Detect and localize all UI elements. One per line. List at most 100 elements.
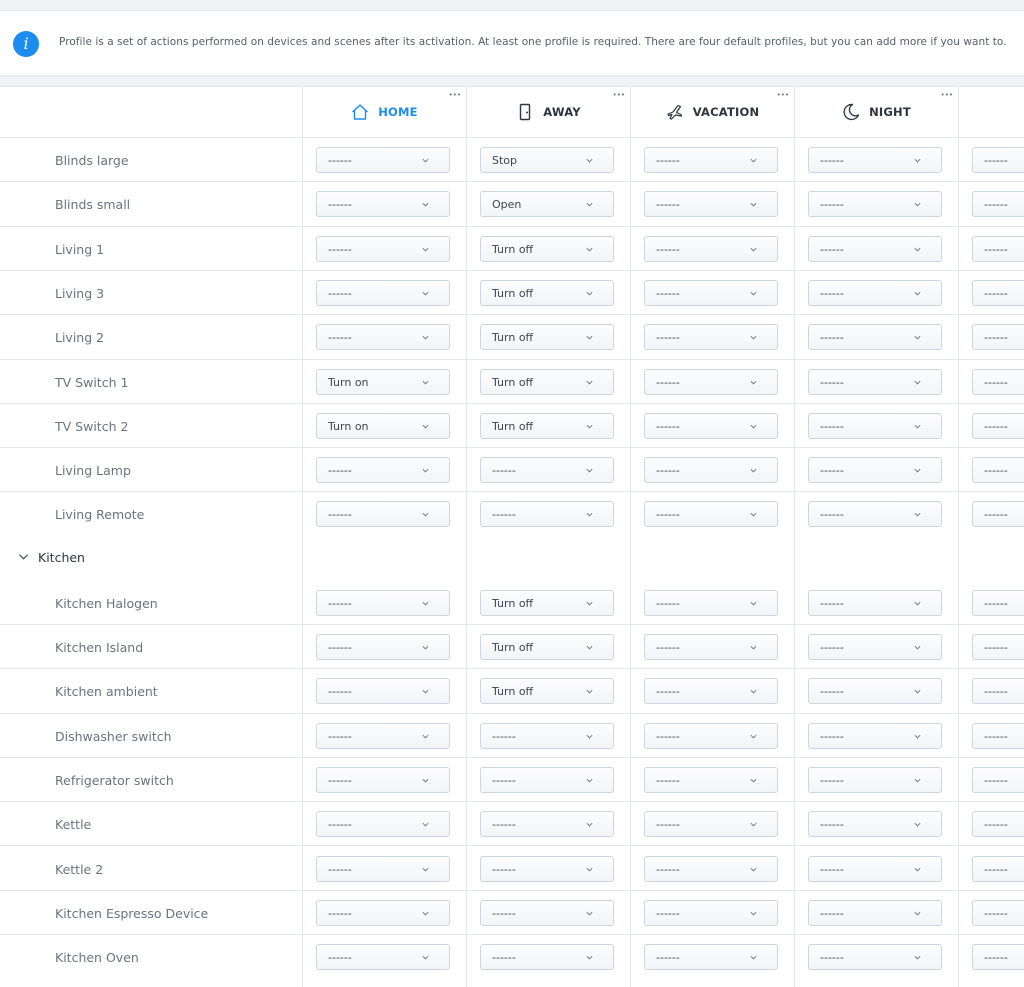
action-dropdown[interactable]: Stop (480, 147, 614, 173)
action-dropdown[interactable]: Turn off (480, 368, 614, 395)
action-dropdown[interactable]: Turn off (480, 324, 614, 351)
action-dropdown[interactable]: Turn on (316, 368, 450, 395)
action-dropdown[interactable]: Turn off (480, 279, 614, 306)
action-dropdown[interactable]: ------ (316, 324, 450, 351)
action-dropdown[interactable]: ------ (644, 457, 778, 484)
action-dropdown[interactable]: ------ (808, 501, 942, 528)
more-options-icon[interactable]: ••• (449, 92, 461, 99)
action-dropdown[interactable]: ------ (644, 944, 778, 971)
action-dropdown[interactable]: ------ (808, 944, 942, 971)
action-dropdown[interactable]: ------ (316, 147, 450, 173)
action-dropdown[interactable]: Turn on (316, 412, 450, 439)
action-dropdown[interactable]: ------ (972, 589, 1024, 616)
action-dropdown[interactable]: ------ (316, 811, 450, 838)
action-dropdown[interactable]: ------ (316, 722, 450, 749)
more-options-icon[interactable]: ••• (777, 92, 789, 99)
action-dropdown[interactable]: ------ (644, 501, 778, 528)
action-dropdown[interactable]: Turn off (480, 412, 614, 439)
action-dropdown[interactable]: ------ (808, 811, 942, 838)
action-dropdown[interactable]: ------ (972, 722, 1024, 749)
action-dropdown[interactable]: ------ (316, 191, 450, 218)
action-dropdown[interactable]: ------ (316, 279, 450, 306)
action-dropdown[interactable]: ------ (644, 147, 778, 173)
action-dropdown[interactable]: ------ (808, 191, 942, 218)
action-dropdown[interactable]: ------ (972, 811, 1024, 838)
action-dropdown[interactable]: Turn off (480, 235, 614, 262)
action-dropdown[interactable]: ------ (644, 899, 778, 926)
action-dropdown[interactable]: Turn off (480, 634, 614, 660)
action-dropdown[interactable]: ------ (480, 855, 614, 882)
action-dropdown[interactable]: ------ (316, 235, 450, 262)
action-dropdown[interactable]: ------ (644, 855, 778, 882)
more-options-icon[interactable]: ••• (941, 92, 953, 99)
action-dropdown[interactable]: ------ (480, 722, 614, 749)
action-dropdown[interactable]: ------ (808, 457, 942, 484)
action-dropdown[interactable]: ------ (480, 944, 614, 971)
action-dropdown[interactable]: ------ (972, 501, 1024, 528)
action-dropdown[interactable]: ------ (972, 766, 1024, 793)
action-dropdown[interactable]: ------ (644, 324, 778, 351)
action-dropdown[interactable]: ------ (972, 324, 1024, 351)
action-dropdown[interactable]: ------ (808, 235, 942, 262)
action-dropdown[interactable]: ------ (808, 279, 942, 306)
action-dropdown[interactable]: ------ (316, 501, 450, 528)
action-dropdown[interactable]: ------ (316, 944, 450, 971)
action-dropdown[interactable]: ------ (808, 368, 942, 395)
action-dropdown[interactable]: ------ (972, 944, 1024, 971)
action-dropdown[interactable]: ------ (972, 368, 1024, 395)
action-dropdown[interactable]: ------ (972, 855, 1024, 882)
more-options-icon[interactable]: ••• (613, 92, 625, 99)
action-dropdown[interactable]: ------ (972, 457, 1024, 484)
action-dropdown[interactable]: ------ (808, 899, 942, 926)
action-dropdown[interactable]: ------ (808, 722, 942, 749)
profile-header-away[interactable]: AWAY ••• (466, 87, 630, 137)
action-dropdown[interactable]: ------ (808, 147, 942, 173)
action-dropdown[interactable]: ------ (972, 147, 1024, 173)
action-dropdown[interactable]: ------ (316, 855, 450, 882)
action-dropdown[interactable]: ------ (808, 855, 942, 882)
action-dropdown[interactable]: ------ (644, 678, 778, 705)
action-dropdown[interactable]: ------ (316, 766, 450, 793)
action-dropdown[interactable]: ------ (480, 766, 614, 793)
action-dropdown[interactable]: Turn off (480, 589, 614, 616)
action-dropdown[interactable]: ------ (316, 899, 450, 926)
action-dropdown[interactable]: ------ (808, 589, 942, 616)
action-dropdown[interactable]: ------ (480, 899, 614, 926)
action-dropdown[interactable]: ------ (972, 412, 1024, 439)
action-dropdown[interactable]: ------ (808, 766, 942, 793)
action-dropdown[interactable]: ------ (972, 899, 1024, 926)
action-dropdown[interactable]: ------ (644, 191, 778, 218)
action-dropdown[interactable]: ------ (316, 457, 450, 484)
action-dropdown[interactable]: ------ (808, 324, 942, 351)
action-dropdown[interactable]: ------ (972, 191, 1024, 218)
profile-header-night[interactable]: NIGHT ••• (794, 87, 958, 137)
action-dropdown[interactable]: ------ (808, 678, 942, 705)
action-dropdown[interactable]: ------ (644, 634, 778, 660)
action-dropdown[interactable]: ------ (316, 589, 450, 616)
action-dropdown[interactable]: ------ (972, 678, 1024, 705)
action-dropdown[interactable]: ------ (644, 279, 778, 306)
profile-header-more[interactable] (958, 87, 1024, 137)
action-dropdown[interactable]: Turn off (480, 678, 614, 705)
action-dropdown[interactable]: ------ (644, 589, 778, 616)
action-dropdown[interactable]: ------ (644, 368, 778, 395)
action-dropdown[interactable]: ------ (480, 811, 614, 838)
action-dropdown[interactable]: ------ (972, 279, 1024, 306)
action-dropdown[interactable]: ------ (644, 811, 778, 838)
action-dropdown[interactable]: ------ (644, 412, 778, 439)
action-dropdown[interactable]: ------ (480, 457, 614, 484)
profile-header-vacation[interactable]: VACATION ••• (630, 87, 794, 137)
action-dropdown[interactable]: ------ (480, 501, 614, 528)
profile-header-home[interactable]: HOME ••• (302, 87, 466, 137)
action-dropdown[interactable]: ------ (316, 678, 450, 705)
action-dropdown[interactable]: ------ (972, 235, 1024, 262)
action-dropdown[interactable]: ------ (316, 634, 450, 660)
action-dropdown[interactable]: ------ (644, 766, 778, 793)
action-dropdown[interactable]: ------ (972, 634, 1024, 660)
action-dropdown[interactable]: ------ (644, 235, 778, 262)
action-dropdown[interactable]: ------ (808, 634, 942, 660)
action-dropdown[interactable]: Open (480, 191, 614, 218)
action-dropdown[interactable]: ------ (644, 722, 778, 749)
action-dropdown[interactable]: ------ (808, 412, 942, 439)
section-header-kitchen[interactable]: Kitchen (18, 550, 85, 565)
